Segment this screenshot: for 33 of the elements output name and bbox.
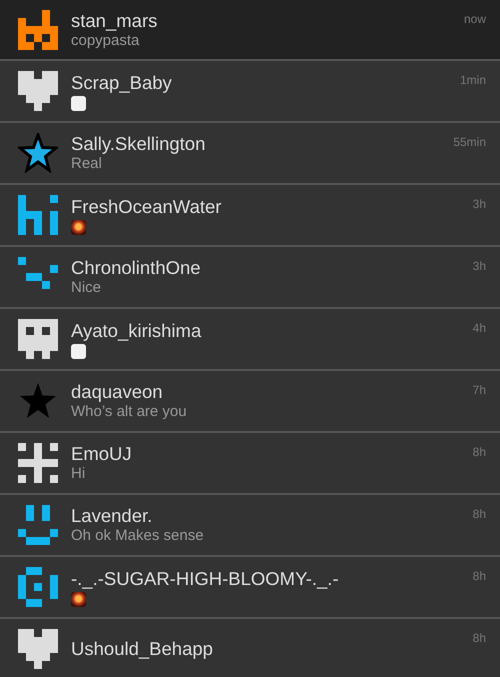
message-preview: copypasta [71, 32, 140, 50]
username: Ayato_kirishima [71, 320, 202, 342]
timestamp: 1min [460, 72, 486, 89]
timestamp: 7h [472, 382, 486, 399]
username: Sally.Skellington [71, 133, 206, 155]
username: Lavender. [71, 505, 154, 527]
sticker-icon [71, 344, 86, 358]
message-preview: Nice [71, 279, 102, 297]
username: ChronolinthOne [71, 257, 202, 279]
timestamp: 8h [472, 506, 486, 523]
timestamp: 4h [472, 320, 486, 337]
username: -._.-SUGAR-HIGH-BLOOMY-._.- [71, 568, 340, 590]
username: Scrap_Baby [71, 72, 173, 94]
timestamp: 3h [472, 196, 486, 213]
message-preview: Hi [71, 465, 86, 483]
username: FreshOceanWater [71, 196, 222, 218]
username: stan_mars [71, 10, 158, 32]
timestamp: 8h [472, 630, 486, 647]
timestamp: 55min [453, 134, 486, 151]
timestamp: 8h [472, 444, 486, 461]
username: daquaveon [71, 381, 164, 403]
username: Ushould_Behapp [71, 638, 214, 660]
message-preview: Oh ok Makes sense [71, 527, 205, 545]
sticker-icon [71, 96, 86, 110]
message-preview: Real [71, 155, 103, 173]
timestamp: 8h [472, 568, 486, 585]
conversation-row[interactable]: stan_mars copypasta now [0, 0, 500, 61]
explosion-icon [71, 592, 86, 606]
message-preview: Who’s alt are you [71, 403, 188, 421]
username: EmoUJ [71, 443, 133, 465]
explosion-icon [71, 220, 86, 234]
timestamp: now [464, 11, 486, 28]
timestamp: 3h [472, 258, 486, 275]
